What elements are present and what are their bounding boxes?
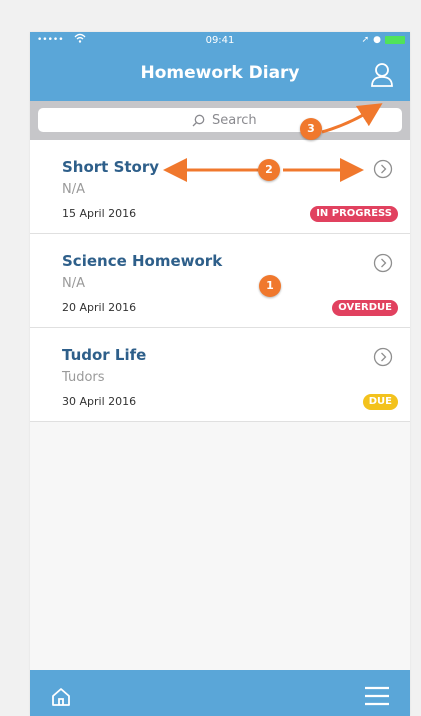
profile-icon[interactable]	[370, 62, 394, 88]
status-bar: ••••• 09:41 ➚ ●	[30, 32, 410, 50]
item-title: Science Homework	[62, 252, 223, 270]
search-container: Search	[30, 101, 410, 140]
search-placeholder: Search	[212, 113, 257, 128]
homework-list: Short Story N/A 15 April 2016 IN PROGRES…	[30, 140, 410, 422]
page-title: Homework Diary	[140, 63, 300, 83]
home-icon[interactable]	[50, 686, 72, 708]
bottom-tab-bar	[30, 670, 410, 716]
search-icon	[192, 114, 205, 127]
chevron-right-icon[interactable]	[373, 347, 393, 367]
lock-rotation-icon: ●	[373, 35, 381, 45]
status-indicators: ➚ ●	[362, 35, 405, 45]
menu-icon[interactable]	[364, 685, 390, 707]
app-screen: ••••• 09:41 ➚ ● Homework Diary Search Sh…	[30, 32, 410, 716]
search-input[interactable]: Search	[38, 108, 402, 132]
status-badge: IN PROGRESS	[310, 206, 398, 222]
location-icon: ➚	[361, 35, 370, 45]
item-date: 30 April 2016	[62, 395, 137, 408]
battery-icon	[385, 36, 405, 44]
status-badge: OVERDUE	[332, 300, 398, 316]
callout-badge-2: 2	[258, 159, 280, 181]
item-subject: Tudors	[62, 370, 105, 385]
callout-badge-1: 1	[259, 275, 281, 297]
item-title: Short Story	[62, 158, 160, 176]
item-date: 20 April 2016	[62, 301, 137, 314]
chevron-right-icon[interactable]	[373, 159, 393, 179]
item-date: 15 April 2016	[62, 207, 137, 220]
item-subject: N/A	[62, 182, 85, 197]
navigation-header: ••••• 09:41 ➚ ● Homework Diary	[30, 32, 410, 101]
status-time: 09:41	[205, 35, 235, 46]
list-item[interactable]: Short Story N/A 15 April 2016 IN PROGRES…	[30, 140, 410, 234]
list-item[interactable]: Science Homework N/A 20 April 2016 OVERD…	[30, 234, 410, 328]
chevron-right-icon[interactable]	[373, 253, 393, 273]
item-subject: N/A	[62, 276, 85, 291]
item-title: Tudor Life	[62, 346, 147, 364]
status-badge: DUE	[362, 394, 398, 410]
callout-badge-3: 3	[300, 118, 322, 140]
list-item[interactable]: Tudor Life Tudors 30 April 2016 DUE	[30, 328, 410, 422]
